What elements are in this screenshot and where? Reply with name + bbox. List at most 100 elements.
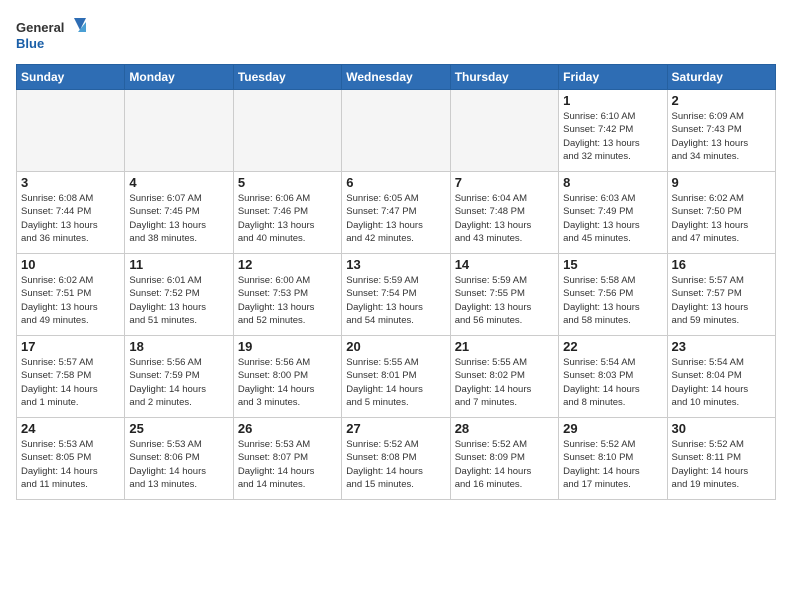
calendar-cell-0-1 bbox=[125, 90, 233, 172]
day-info: Sunrise: 6:00 AM Sunset: 7:53 PM Dayligh… bbox=[238, 274, 337, 327]
day-info: Sunrise: 5:53 AM Sunset: 8:07 PM Dayligh… bbox=[238, 438, 337, 491]
calendar-cell-4-1: 25 Sunrise: 5:53 AM Sunset: 8:06 PM Dayli… bbox=[125, 418, 233, 500]
day-number: 17 bbox=[21, 339, 120, 354]
day-number: 28 bbox=[455, 421, 554, 436]
header-friday: Friday bbox=[559, 65, 667, 90]
day-number: 7 bbox=[455, 175, 554, 190]
calendar-cell-1-6: 9Sunrise: 6:02 AM Sunset: 7:50 PM Daylig… bbox=[667, 172, 775, 254]
header-tuesday: Tuesday bbox=[233, 65, 341, 90]
day-info: Sunrise: 5:52 AM Sunset: 8:08 PM Dayligh… bbox=[346, 438, 445, 491]
day-info: Sunrise: 5:56 AM Sunset: 8:00 PM Dayligh… bbox=[238, 356, 337, 409]
calendar-cell-1-2: 5 Sunrise: 6:06 AM Sunset: 7:46 PM Daylig… bbox=[233, 172, 341, 254]
day-info: Sunrise: 5:55 AM Sunset: 8:01 PM Dayligh… bbox=[346, 356, 445, 409]
day-number: 14 bbox=[455, 257, 554, 272]
day-info: Sunrise: 5:54 AM Sunset: 8:03 PM Dayligh… bbox=[563, 356, 662, 409]
svg-text:General: General bbox=[16, 20, 64, 35]
day-number: 6 bbox=[346, 175, 445, 190]
day-info: Sunrise: 6:01 AM Sunset: 7:52 PM Dayligh… bbox=[129, 274, 228, 327]
day-info: Sunrise: 6:07 AM Sunset: 7:45 PM Dayligh… bbox=[129, 192, 228, 245]
header-wednesday: Wednesday bbox=[342, 65, 450, 90]
calendar-header-row: SundayMondayTuesdayWednesdayThursdayFrid… bbox=[17, 65, 776, 90]
day-number: 27 bbox=[346, 421, 445, 436]
day-info: Sunrise: 5:54 AM Sunset: 8:04 PM Dayligh… bbox=[672, 356, 771, 409]
calendar-cell-0-4 bbox=[450, 90, 558, 172]
day-number: 30 bbox=[672, 421, 771, 436]
week-row-1: 1Sunrise: 6:10 AM Sunset: 7:42 PM Daylig… bbox=[17, 90, 776, 172]
day-info: Sunrise: 6:05 AM Sunset: 7:47 PM Dayligh… bbox=[346, 192, 445, 245]
calendar-cell-4-0: 24 Sunrise: 5:53 AM Sunset: 8:05 PM Dayli… bbox=[17, 418, 125, 500]
day-number: 13 bbox=[346, 257, 445, 272]
day-number: 25 bbox=[129, 421, 228, 436]
calendar-cell-2-3: 13 Sunrise: 5:59 AM Sunset: 7:54 PM Dayli… bbox=[342, 254, 450, 336]
calendar-cell-3-6: 23 Sunrise: 5:54 AM Sunset: 8:04 PM Dayli… bbox=[667, 336, 775, 418]
calendar-cell-4-2: 26 Sunrise: 5:53 AM Sunset: 8:07 PM Dayli… bbox=[233, 418, 341, 500]
day-info: Sunrise: 5:53 AM Sunset: 8:05 PM Dayligh… bbox=[21, 438, 120, 491]
day-info: Sunrise: 6:08 AM Sunset: 7:44 PM Dayligh… bbox=[21, 192, 120, 245]
calendar-cell-4-5: 29 Sunrise: 5:52 AM Sunset: 8:10 PM Dayli… bbox=[559, 418, 667, 500]
header-thursday: Thursday bbox=[450, 65, 558, 90]
calendar-cell-1-0: 3 Sunrise: 6:08 AM Sunset: 7:44 PM Daylig… bbox=[17, 172, 125, 254]
day-info: Sunrise: 6:09 AM Sunset: 7:43 PM Dayligh… bbox=[672, 110, 771, 163]
day-number: 20 bbox=[346, 339, 445, 354]
day-info: Sunrise: 5:57 AM Sunset: 7:58 PM Dayligh… bbox=[21, 356, 120, 409]
page-header: General Blue bbox=[16, 16, 776, 56]
calendar-cell-3-1: 18 Sunrise: 5:56 AM Sunset: 7:59 PM Dayli… bbox=[125, 336, 233, 418]
week-row-4: 17 Sunrise: 5:57 AM Sunset: 7:58 PM Dayli… bbox=[17, 336, 776, 418]
calendar-cell-2-1: 11 Sunrise: 6:01 AM Sunset: 7:52 PM Dayli… bbox=[125, 254, 233, 336]
calendar-cell-2-6: 16Sunrise: 5:57 AM Sunset: 7:57 PM Dayli… bbox=[667, 254, 775, 336]
calendar-cell-0-5: 1Sunrise: 6:10 AM Sunset: 7:42 PM Daylig… bbox=[559, 90, 667, 172]
header-sunday: Sunday bbox=[17, 65, 125, 90]
day-info: Sunrise: 5:58 AM Sunset: 7:56 PM Dayligh… bbox=[563, 274, 662, 327]
day-number: 16 bbox=[672, 257, 771, 272]
calendar-cell-3-2: 19 Sunrise: 5:56 AM Sunset: 8:00 PM Dayli… bbox=[233, 336, 341, 418]
day-number: 21 bbox=[455, 339, 554, 354]
day-info: Sunrise: 5:53 AM Sunset: 8:06 PM Dayligh… bbox=[129, 438, 228, 491]
calendar-cell-0-0 bbox=[17, 90, 125, 172]
calendar-cell-1-3: 6 Sunrise: 6:05 AM Sunset: 7:47 PM Daylig… bbox=[342, 172, 450, 254]
calendar-cell-4-3: 27 Sunrise: 5:52 AM Sunset: 8:08 PM Dayli… bbox=[342, 418, 450, 500]
calendar-cell-4-4: 28Sunrise: 5:52 AM Sunset: 8:09 PM Dayli… bbox=[450, 418, 558, 500]
day-info: Sunrise: 6:10 AM Sunset: 7:42 PM Dayligh… bbox=[563, 110, 662, 163]
calendar-cell-1-5: 8 Sunrise: 6:03 AM Sunset: 7:49 PM Daylig… bbox=[559, 172, 667, 254]
week-row-5: 24 Sunrise: 5:53 AM Sunset: 8:05 PM Dayli… bbox=[17, 418, 776, 500]
day-number: 9 bbox=[672, 175, 771, 190]
day-info: Sunrise: 6:02 AM Sunset: 7:51 PM Dayligh… bbox=[21, 274, 120, 327]
day-info: Sunrise: 5:52 AM Sunset: 8:11 PM Dayligh… bbox=[672, 438, 771, 491]
day-number: 4 bbox=[129, 175, 228, 190]
day-number: 10 bbox=[21, 257, 120, 272]
header-monday: Monday bbox=[125, 65, 233, 90]
calendar-cell-3-4: 21 Sunrise: 5:55 AM Sunset: 8:02 PM Dayli… bbox=[450, 336, 558, 418]
logo: General Blue bbox=[16, 16, 86, 56]
calendar-cell-3-5: 22Sunrise: 5:54 AM Sunset: 8:03 PM Dayli… bbox=[559, 336, 667, 418]
day-info: Sunrise: 6:03 AM Sunset: 7:49 PM Dayligh… bbox=[563, 192, 662, 245]
day-number: 18 bbox=[129, 339, 228, 354]
day-info: Sunrise: 5:52 AM Sunset: 8:10 PM Dayligh… bbox=[563, 438, 662, 491]
week-row-3: 10 Sunrise: 6:02 AM Sunset: 7:51 PM Dayli… bbox=[17, 254, 776, 336]
day-number: 5 bbox=[238, 175, 337, 190]
day-number: 11 bbox=[129, 257, 228, 272]
day-number: 15 bbox=[563, 257, 662, 272]
day-number: 8 bbox=[563, 175, 662, 190]
day-number: 2 bbox=[672, 93, 771, 108]
header-saturday: Saturday bbox=[667, 65, 775, 90]
day-number: 26 bbox=[238, 421, 337, 436]
day-number: 29 bbox=[563, 421, 662, 436]
calendar-cell-0-6: 2 Sunrise: 6:09 AM Sunset: 7:43 PM Daylig… bbox=[667, 90, 775, 172]
calendar-cell-2-4: 14Sunrise: 5:59 AM Sunset: 7:55 PM Dayli… bbox=[450, 254, 558, 336]
week-row-2: 3 Sunrise: 6:08 AM Sunset: 7:44 PM Daylig… bbox=[17, 172, 776, 254]
calendar-table: SundayMondayTuesdayWednesdayThursdayFrid… bbox=[16, 64, 776, 500]
logo-svg: General Blue bbox=[16, 16, 86, 56]
day-number: 3 bbox=[21, 175, 120, 190]
day-info: Sunrise: 6:06 AM Sunset: 7:46 PM Dayligh… bbox=[238, 192, 337, 245]
day-number: 24 bbox=[21, 421, 120, 436]
calendar-cell-0-2 bbox=[233, 90, 341, 172]
day-number: 23 bbox=[672, 339, 771, 354]
calendar-cell-1-1: 4 Sunrise: 6:07 AM Sunset: 7:45 PM Daylig… bbox=[125, 172, 233, 254]
day-info: Sunrise: 5:56 AM Sunset: 7:59 PM Dayligh… bbox=[129, 356, 228, 409]
day-number: 12 bbox=[238, 257, 337, 272]
calendar-cell-2-2: 12 Sunrise: 6:00 AM Sunset: 7:53 PM Dayli… bbox=[233, 254, 341, 336]
day-info: Sunrise: 5:55 AM Sunset: 8:02 PM Dayligh… bbox=[455, 356, 554, 409]
calendar-cell-3-3: 20 Sunrise: 5:55 AM Sunset: 8:01 PM Dayli… bbox=[342, 336, 450, 418]
day-info: Sunrise: 5:59 AM Sunset: 7:54 PM Dayligh… bbox=[346, 274, 445, 327]
day-number: 19 bbox=[238, 339, 337, 354]
